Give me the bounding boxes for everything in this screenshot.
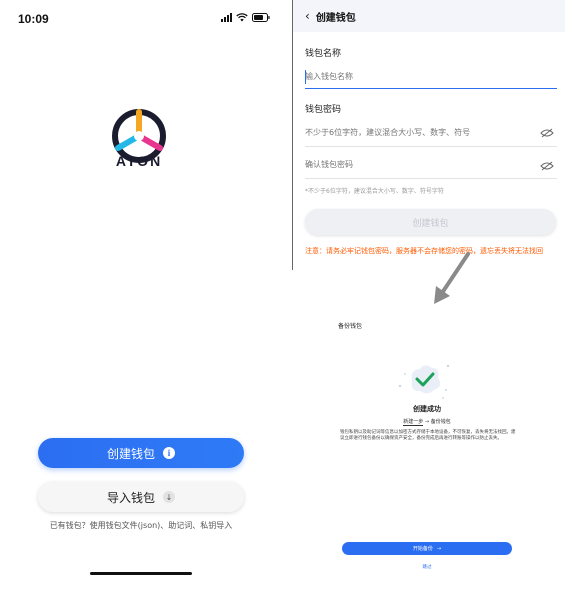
home-indicator bbox=[90, 572, 192, 575]
text-cursor bbox=[305, 70, 306, 84]
nav-bar: ‹ 创建钱包 bbox=[293, 0, 565, 32]
backup-wallet-screen: 备份钱包 创建成功 新建一步 → 备份钱包 钱包私钥以及助记词等信息以加密方式存… bbox=[332, 318, 522, 580]
battery-icon bbox=[252, 13, 270, 22]
wifi-icon bbox=[236, 13, 248, 22]
eye-hidden-icon[interactable] bbox=[540, 161, 554, 171]
signal-icon bbox=[221, 13, 232, 22]
success-title: 创建成功 bbox=[413, 405, 441, 413]
confirm-password-input[interactable] bbox=[305, 157, 555, 173]
import-hint[interactable]: 已有钱包？使用钱包文件(json)、助记词、私钥导入 bbox=[36, 520, 246, 531]
eye-hidden-icon[interactable] bbox=[540, 128, 554, 138]
status-icons bbox=[221, 13, 270, 22]
back-icon[interactable]: ‹ bbox=[305, 9, 310, 23]
skip-link[interactable]: 跳过 bbox=[332, 564, 522, 570]
wallet-name-input[interactable] bbox=[305, 69, 555, 85]
backup-description: 钱包私钥以及助记词等信息以加密方式存储于本地设备，不可恢复，丢失将无法找回。建议… bbox=[340, 430, 516, 441]
password-rule-hint: *不少于6位字符，建议混合大小写、数字、符号字符 bbox=[305, 188, 444, 195]
wallet-name-underline bbox=[305, 88, 557, 89]
arrow-right-icon: → bbox=[436, 545, 442, 552]
password-underline bbox=[305, 146, 557, 147]
create-wallet-button[interactable]: 创建钱包 i bbox=[38, 438, 244, 468]
step-two: 备份钱包 bbox=[430, 419, 451, 425]
step-one: 新建一步 bbox=[403, 419, 424, 426]
info-icon[interactable]: i bbox=[163, 447, 175, 459]
create-wallet-screen: ‹ 创建钱包 钱包名称 钱包密码 *不少于6位字符，建议混合大小写、数字、符号字… bbox=[292, 0, 565, 270]
start-backup-label: 开始备份 bbox=[412, 546, 433, 552]
download-icon: ↓ bbox=[163, 491, 175, 503]
start-backup-button[interactable]: 开始备份 → bbox=[342, 542, 512, 555]
submit-create-button[interactable]: 创建钱包 bbox=[305, 209, 556, 235]
nav-title: 创建钱包 bbox=[315, 12, 356, 24]
page-title: 备份钱包 bbox=[338, 323, 363, 330]
success-check-icon bbox=[398, 364, 450, 399]
step-indicator: 新建一步 → 备份钱包 bbox=[332, 418, 522, 426]
import-wallet-label: 导入钱包 bbox=[106, 490, 155, 505]
confirm-underline bbox=[305, 178, 557, 179]
flow-arrow-icon bbox=[434, 252, 470, 304]
wallet-name-label: 钱包名称 bbox=[305, 49, 342, 59]
status-bar: 10:09 bbox=[0, 0, 288, 36]
import-wallet-button[interactable]: 导入钱包 ↓ bbox=[38, 482, 244, 512]
welcome-screen: 10:09 ATON 创建钱包 i 导入钱包 ↓ 已有钱包？使用钱包文件(jso… bbox=[0, 0, 288, 590]
create-wallet-label: 创建钱包 bbox=[106, 446, 155, 461]
screenshot-canvas: 10:09 ATON 创建钱包 i 导入钱包 ↓ 已有钱包？使用钱包文件(jso… bbox=[0, 0, 578, 590]
wallet-password-label: 钱包密码 bbox=[305, 105, 342, 115]
wallet-password-input[interactable] bbox=[305, 125, 555, 141]
status-time: 10:09 bbox=[18, 12, 49, 26]
logo-text: ATON bbox=[115, 153, 163, 169]
